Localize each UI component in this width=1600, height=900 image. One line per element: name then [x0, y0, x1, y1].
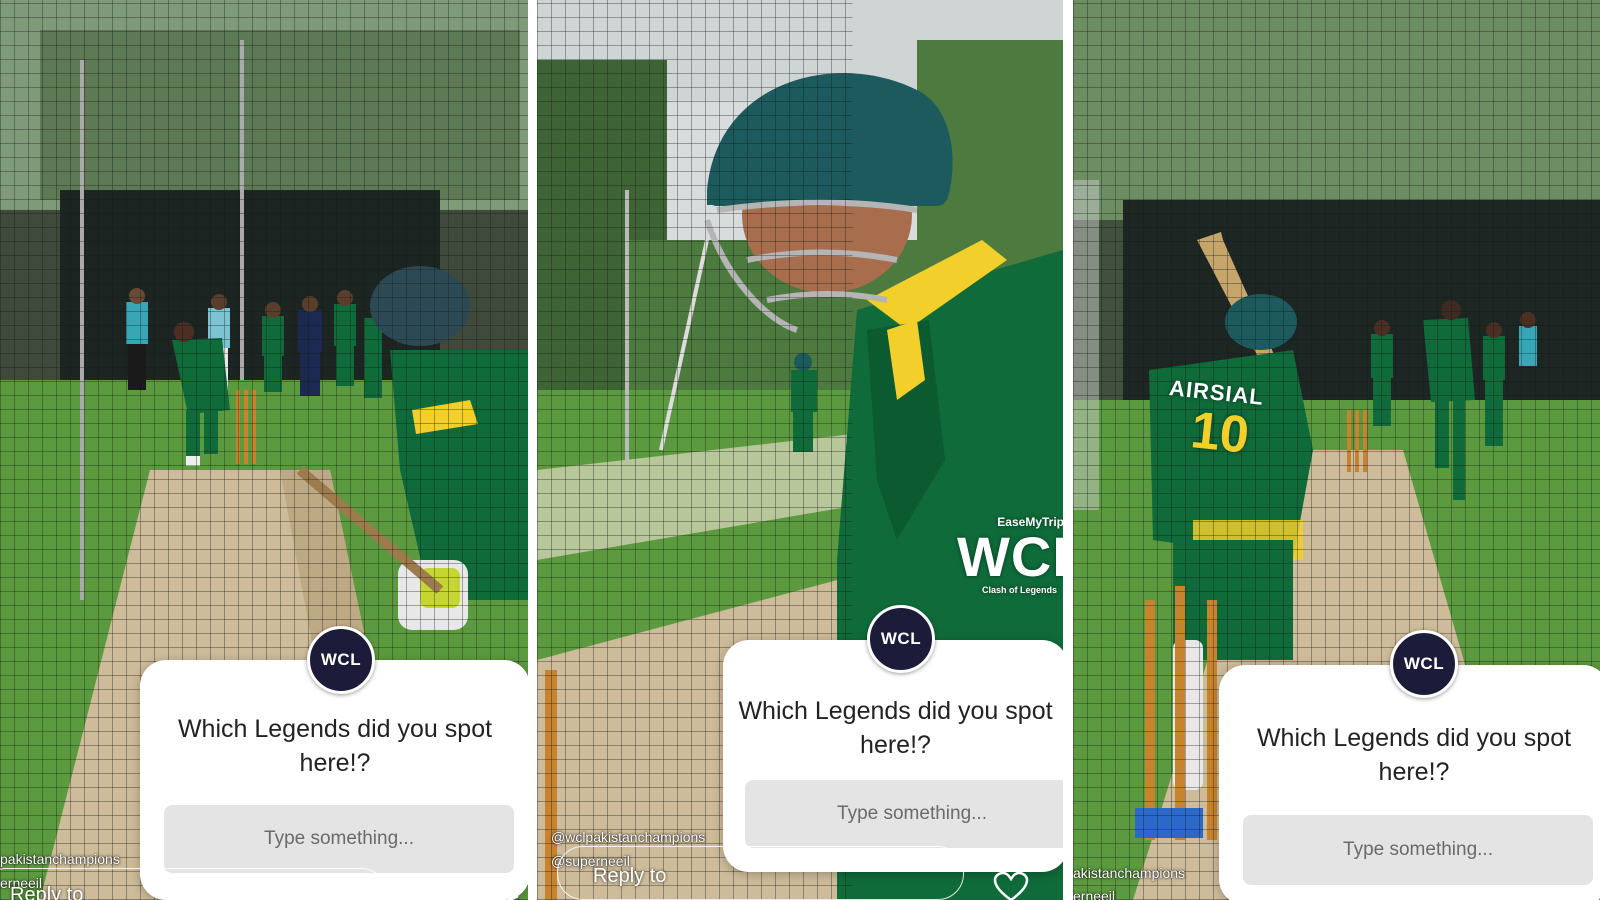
wcl-logo-icon: WCL — [307, 626, 375, 694]
answer-input[interactable] — [745, 780, 1063, 848]
reply-placeholder: Reply to — [10, 884, 84, 900]
tagged-handle[interactable]: akistanchampions — [1073, 865, 1185, 881]
send-icon[interactable] — [484, 892, 520, 900]
story-panel-3: AIRSIAL 10 Which Legends did you spot he… — [1073, 0, 1600, 900]
answer-input[interactable] — [164, 805, 514, 873]
question-text: Which Legends did you spot here!? — [1256, 724, 1572, 786]
question-text: Which Legends did you spot here!? — [738, 697, 1053, 759]
reply-placeholder: Reply to — [593, 865, 667, 887]
question-sticker: Which Legends did you spot here!? — [140, 660, 528, 900]
logo-text: WCL — [320, 650, 362, 669]
answer-input[interactable] — [1243, 815, 1593, 885]
jersey-number: 10 — [1188, 401, 1252, 465]
question-sticker: Which Legends did you spot here!? — [1219, 665, 1600, 900]
tagged-handle[interactable]: erneeil — [1073, 888, 1115, 900]
question-sticker: Which Legends did you spot here!? — [723, 640, 1063, 872]
watermark-brand: WCL — [957, 525, 1063, 588]
question-text: Which Legends did you spot here!? — [177, 715, 493, 777]
logo-text: WCL — [880, 629, 922, 648]
story-panel-1: Which Legends did you spot here!? WCL pa… — [0, 0, 528, 900]
wcl-logo-icon: WCL — [1390, 630, 1458, 698]
wcl-watermark: EaseMyTrip WCL Clash of Legends — [957, 515, 1063, 595]
panel-divider — [1063, 0, 1073, 900]
logo-text: WCL — [1403, 654, 1445, 673]
tagged-handle[interactable]: @wclpakistanchampions — [551, 829, 705, 845]
heart-icon[interactable] — [993, 872, 1029, 900]
tagged-handle[interactable]: pakistanchampions — [0, 851, 120, 867]
wcl-logo-icon: WCL — [867, 605, 935, 673]
story-panel-2: EaseMyTrip WCL Clash of Legends Which Le… — [537, 0, 1063, 900]
panel-divider — [528, 0, 537, 900]
heart-icon[interactable] — [416, 890, 452, 900]
